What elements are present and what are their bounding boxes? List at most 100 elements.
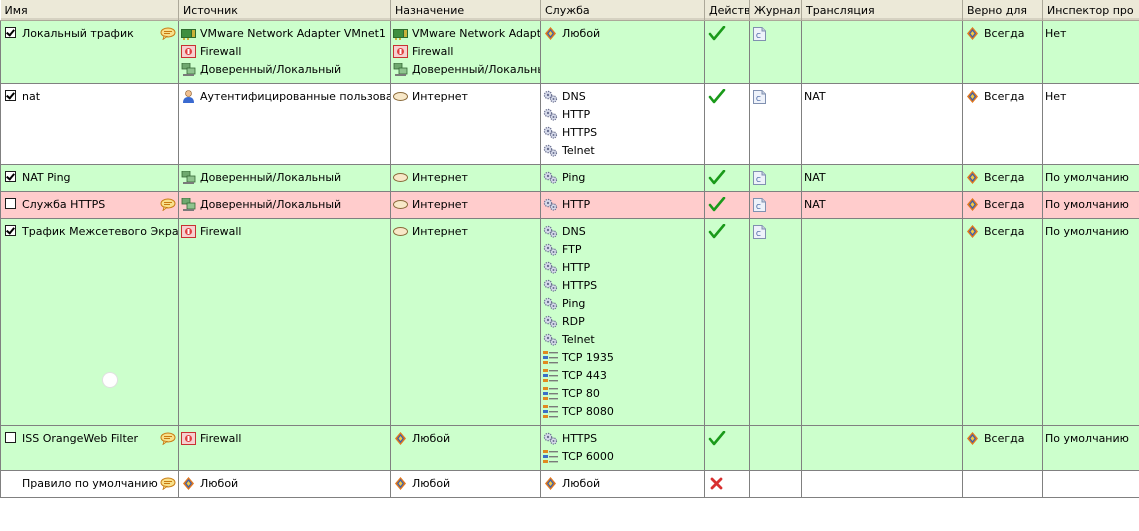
list-item-label: FTP	[562, 243, 582, 256]
rule-log-cell[interactable]: C	[749, 164, 802, 192]
rule-service-cell[interactable]: Ping	[540, 164, 705, 192]
rule-name-cell[interactable]: NAT Ping	[0, 164, 179, 192]
column-header-applies-to[interactable]: Верно для	[962, 0, 1043, 21]
comment-icon[interactable]	[160, 432, 176, 446]
rule-name-cell[interactable]: ISS OrangeWeb Filter	[0, 425, 179, 471]
rule-source-cell[interactable]: Аутентифицированные пользователи	[178, 83, 391, 165]
comment-icon[interactable]	[160, 198, 176, 212]
rule-translation-cell[interactable]	[801, 470, 963, 498]
rule-name-cell[interactable]: nat	[0, 83, 179, 165]
rule-translation-cell[interactable]	[801, 218, 963, 426]
rule-inspector-cell[interactable]: Нет	[1042, 83, 1139, 165]
rule-destination-cell[interactable]: VMware Network Adapter Firewall Доверенный…	[390, 20, 541, 84]
rule-applies-to-cell[interactable]: Всегда	[962, 191, 1043, 219]
tcp-port-icon	[543, 405, 558, 418]
rule-applies-to-cell[interactable]: Всегда	[962, 218, 1043, 426]
rule-source-cell[interactable]: Любой	[178, 470, 391, 498]
list-item: HTTP	[543, 261, 704, 279]
rule-row[interactable]: Служба HTTPS Доверенный/Локальный Интернет…	[0, 191, 1139, 219]
rule-enabled-checkbox[interactable]	[5, 432, 16, 443]
rule-destination-cell[interactable]: Интернет	[390, 191, 541, 219]
rule-applies-to-cell[interactable]: Всегда	[962, 425, 1043, 471]
rule-service-cell[interactable]: DNS FTP HTTP HTTPS Ping RDP Telnet TCP 1935 TCP …	[540, 218, 705, 426]
rule-destination-cell[interactable]: Любой	[390, 470, 541, 498]
rule-action-cell[interactable]	[704, 191, 750, 219]
rule-applies-to-cell[interactable]	[962, 470, 1043, 498]
rule-enabled-checkbox[interactable]	[5, 225, 16, 236]
rule-action-cell[interactable]	[704, 218, 750, 426]
column-header-log[interactable]: Журнал	[749, 0, 802, 21]
rule-inspector-cell[interactable]: По умолчанию	[1042, 425, 1139, 471]
list-item: Ping	[543, 297, 704, 315]
rule-enabled-checkbox[interactable]	[5, 90, 16, 101]
rule-translation-cell[interactable]: NAT	[801, 83, 963, 165]
column-header-translation[interactable]: Трансляция	[801, 0, 963, 21]
rule-applies-to-cell[interactable]: Всегда	[962, 20, 1043, 84]
rule-destination-cell[interactable]: Любой	[390, 425, 541, 471]
rule-enabled-checkbox[interactable]	[5, 171, 16, 182]
rule-service-cell[interactable]: DNS HTTP HTTPS Telnet	[540, 83, 705, 165]
rule-log-cell[interactable]	[749, 425, 802, 471]
rule-enabled-checkbox[interactable]	[5, 198, 16, 209]
rule-inspector-cell[interactable]	[1042, 470, 1139, 498]
rule-translation-cell[interactable]	[801, 20, 963, 84]
rule-name-cell[interactable]: Трафик Межсетевого Экрана	[0, 218, 179, 426]
rule-inspector-cell[interactable]: По умолчанию	[1042, 218, 1139, 426]
rule-name-cell[interactable]: Служба HTTPS	[0, 191, 179, 219]
rule-service-cell[interactable]: HTTP	[540, 191, 705, 219]
rule-log-cell[interactable]: C	[749, 83, 802, 165]
column-header-destination[interactable]: Назначение	[390, 0, 541, 21]
rule-service-cell[interactable]: Любой	[540, 470, 705, 498]
rule-destination-cell[interactable]: Интернет	[390, 83, 541, 165]
rule-destination-cell[interactable]: Интернет	[390, 164, 541, 192]
rule-source-cell[interactable]: Firewall	[178, 425, 391, 471]
rule-source-cell[interactable]: Firewall	[178, 218, 391, 426]
column-header-source[interactable]: Источник	[178, 0, 391, 21]
rule-name-cell[interactable]: Правило по умолчанию	[0, 470, 179, 498]
rule-action-cell[interactable]	[704, 470, 750, 498]
rule-log-cell[interactable]	[749, 470, 802, 498]
rule-action-cell[interactable]	[704, 164, 750, 192]
rule-service-cell[interactable]: Любой	[540, 20, 705, 84]
column-header-inspector[interactable]: Инспектор про	[1042, 0, 1139, 21]
rule-applies-to-cell[interactable]: Всегда	[962, 83, 1043, 165]
rule-applies-to-cell[interactable]: Всегда	[962, 164, 1043, 192]
rule-source-cell[interactable]: Доверенный/Локальный	[178, 164, 391, 192]
list-item: TCP 1935	[543, 351, 704, 369]
rule-action-cell[interactable]	[704, 425, 750, 471]
rule-destination-cell[interactable]: Интернет	[390, 218, 541, 426]
comment-icon[interactable]	[160, 27, 176, 41]
rule-translation-cell[interactable]	[801, 425, 963, 471]
comment-icon[interactable]	[160, 477, 176, 491]
rule-inspector-cell[interactable]: По умолчанию	[1042, 164, 1139, 192]
rule-inspector-cell[interactable]: Нет	[1042, 20, 1139, 84]
rule-log-cell[interactable]: C	[749, 191, 802, 219]
rule-translation-cell[interactable]: NAT	[801, 191, 963, 219]
rule-row[interactable]: Локальный трафик VMware Network Adapter V…	[0, 20, 1139, 84]
rule-row[interactable]: Правило по умолчанию Любой Любой Любой	[0, 470, 1139, 498]
rule-row[interactable]: Трафик Межсетевого Экрана Firewall Интерне…	[0, 218, 1139, 426]
rule-service-cell[interactable]: HTTPS TCP 6000	[540, 425, 705, 471]
rule-enabled-checkbox[interactable]	[5, 27, 16, 38]
rule-name-label: Правило по умолчанию	[22, 477, 158, 490]
list-item-label: Интернет	[412, 225, 468, 238]
rule-log-cell[interactable]: C	[749, 20, 802, 84]
rule-row[interactable]: NAT Ping Доверенный/Локальный Интернет Ping…	[0, 164, 1139, 192]
rule-action-cell[interactable]	[704, 83, 750, 165]
list-item: Telnet	[543, 333, 704, 351]
rule-row[interactable]: nat Аутентифицированные пользователи Интер…	[0, 83, 1139, 165]
rule-log-cell[interactable]: C	[749, 218, 802, 426]
rule-translation-cell[interactable]: NAT	[801, 164, 963, 192]
column-header-action[interactable]: Действ	[704, 0, 750, 21]
column-header-service[interactable]: Служба	[540, 0, 705, 21]
column-header-name[interactable]: Имя	[0, 0, 179, 21]
rule-source-cell[interactable]: Доверенный/Локальный	[178, 191, 391, 219]
rule-name: Локальный трафик	[3, 27, 178, 45]
rule-inspector-cell[interactable]: По умолчанию	[1042, 191, 1139, 219]
rule-name-cell[interactable]: Локальный трафик	[0, 20, 179, 84]
rule-action-cell[interactable]	[704, 20, 750, 84]
rule-source-cell[interactable]: VMware Network Adapter VMnet1 Firewall Дов…	[178, 20, 391, 84]
rule-row[interactable]: ISS OrangeWeb Filter Firewall Любой HTTPS TC…	[0, 425, 1139, 471]
list-item: Всегда	[965, 432, 1042, 450]
list-item-label: Доверенный/Локальный	[200, 171, 342, 184]
